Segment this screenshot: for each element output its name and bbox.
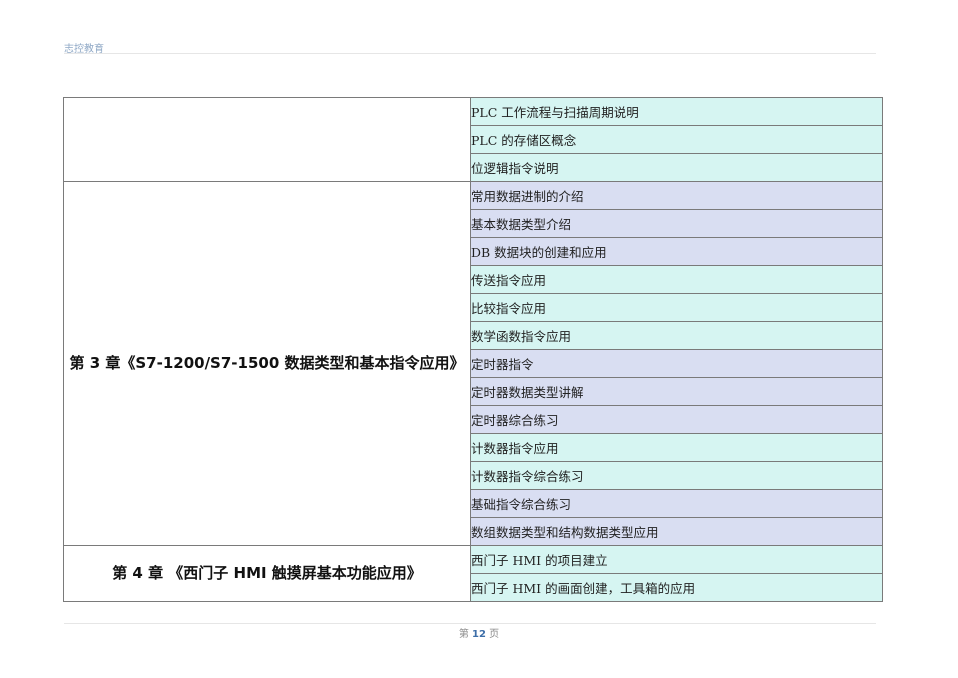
lesson-cell: 基本数据类型介绍: [470, 209, 883, 238]
course-outline-body: PLC 工作流程与扫描周期说明 PLC 的存储区概念 位逻辑指令说明第 3 章《S7…: [63, 97, 883, 602]
table-row: 第 4 章 《西门子 HMI 触摸屏基本功能应用》 西门子 HMI 的项目建立: [63, 545, 883, 602]
lesson-cell: 基础指令综合练习: [470, 489, 883, 518]
lesson-cell: 计数器指令应用: [470, 433, 883, 462]
lesson-cell: DB 数据块的创建和应用: [470, 237, 883, 266]
lesson-cell: 定时器数据类型讲解: [470, 377, 883, 406]
footer-suffix: 页: [489, 629, 500, 640]
table-row: 第 3 章《S7-1200/S7-1500 数据类型和基本指令应用》 常用数据进制…: [63, 181, 883, 546]
table-row: PLC 工作流程与扫描周期说明: [63, 97, 883, 182]
lesson-cell: 数组数据类型和结构数据类型应用: [470, 517, 883, 546]
lesson-cell: 西门子 HMI 的项目建立: [470, 545, 883, 574]
header-divider: [64, 53, 876, 54]
lesson-cell: 数学函数指令应用: [470, 321, 883, 350]
lesson-cell: 定时器综合练习: [470, 405, 883, 434]
lesson-cell: 传送指令应用: [470, 265, 883, 294]
lesson-cell: 位逻辑指令说明: [470, 153, 883, 182]
chapter-cell: 第 4 章 《西门子 HMI 触摸屏基本功能应用》: [63, 545, 471, 602]
course-outline-table: PLC 工作流程与扫描周期说明 PLC 的存储区概念 位逻辑指令说明第 3 章《S7…: [63, 97, 883, 602]
footer-divider: [64, 623, 876, 624]
lesson-cell: 比较指令应用: [470, 293, 883, 322]
footer-prefix: 第: [458, 629, 469, 640]
chapter-cell: 第 3 章《S7-1200/S7-1500 数据类型和基本指令应用》: [63, 181, 471, 546]
lesson-cell: 西门子 HMI 的画面创建，工具箱的应用: [470, 573, 883, 602]
chapter-cell: [63, 97, 471, 182]
lesson-cell: PLC 的存储区概念: [470, 125, 883, 154]
lesson-cell: 常用数据进制的介绍: [470, 181, 883, 210]
page-number: 12: [472, 629, 486, 640]
lesson-cell: 计数器指令综合练习: [470, 461, 883, 490]
page-footer: 第 12 页: [0, 625, 958, 640]
lesson-cell: 定时器指令: [470, 349, 883, 378]
lesson-cell: PLC 工作流程与扫描周期说明: [470, 97, 883, 126]
